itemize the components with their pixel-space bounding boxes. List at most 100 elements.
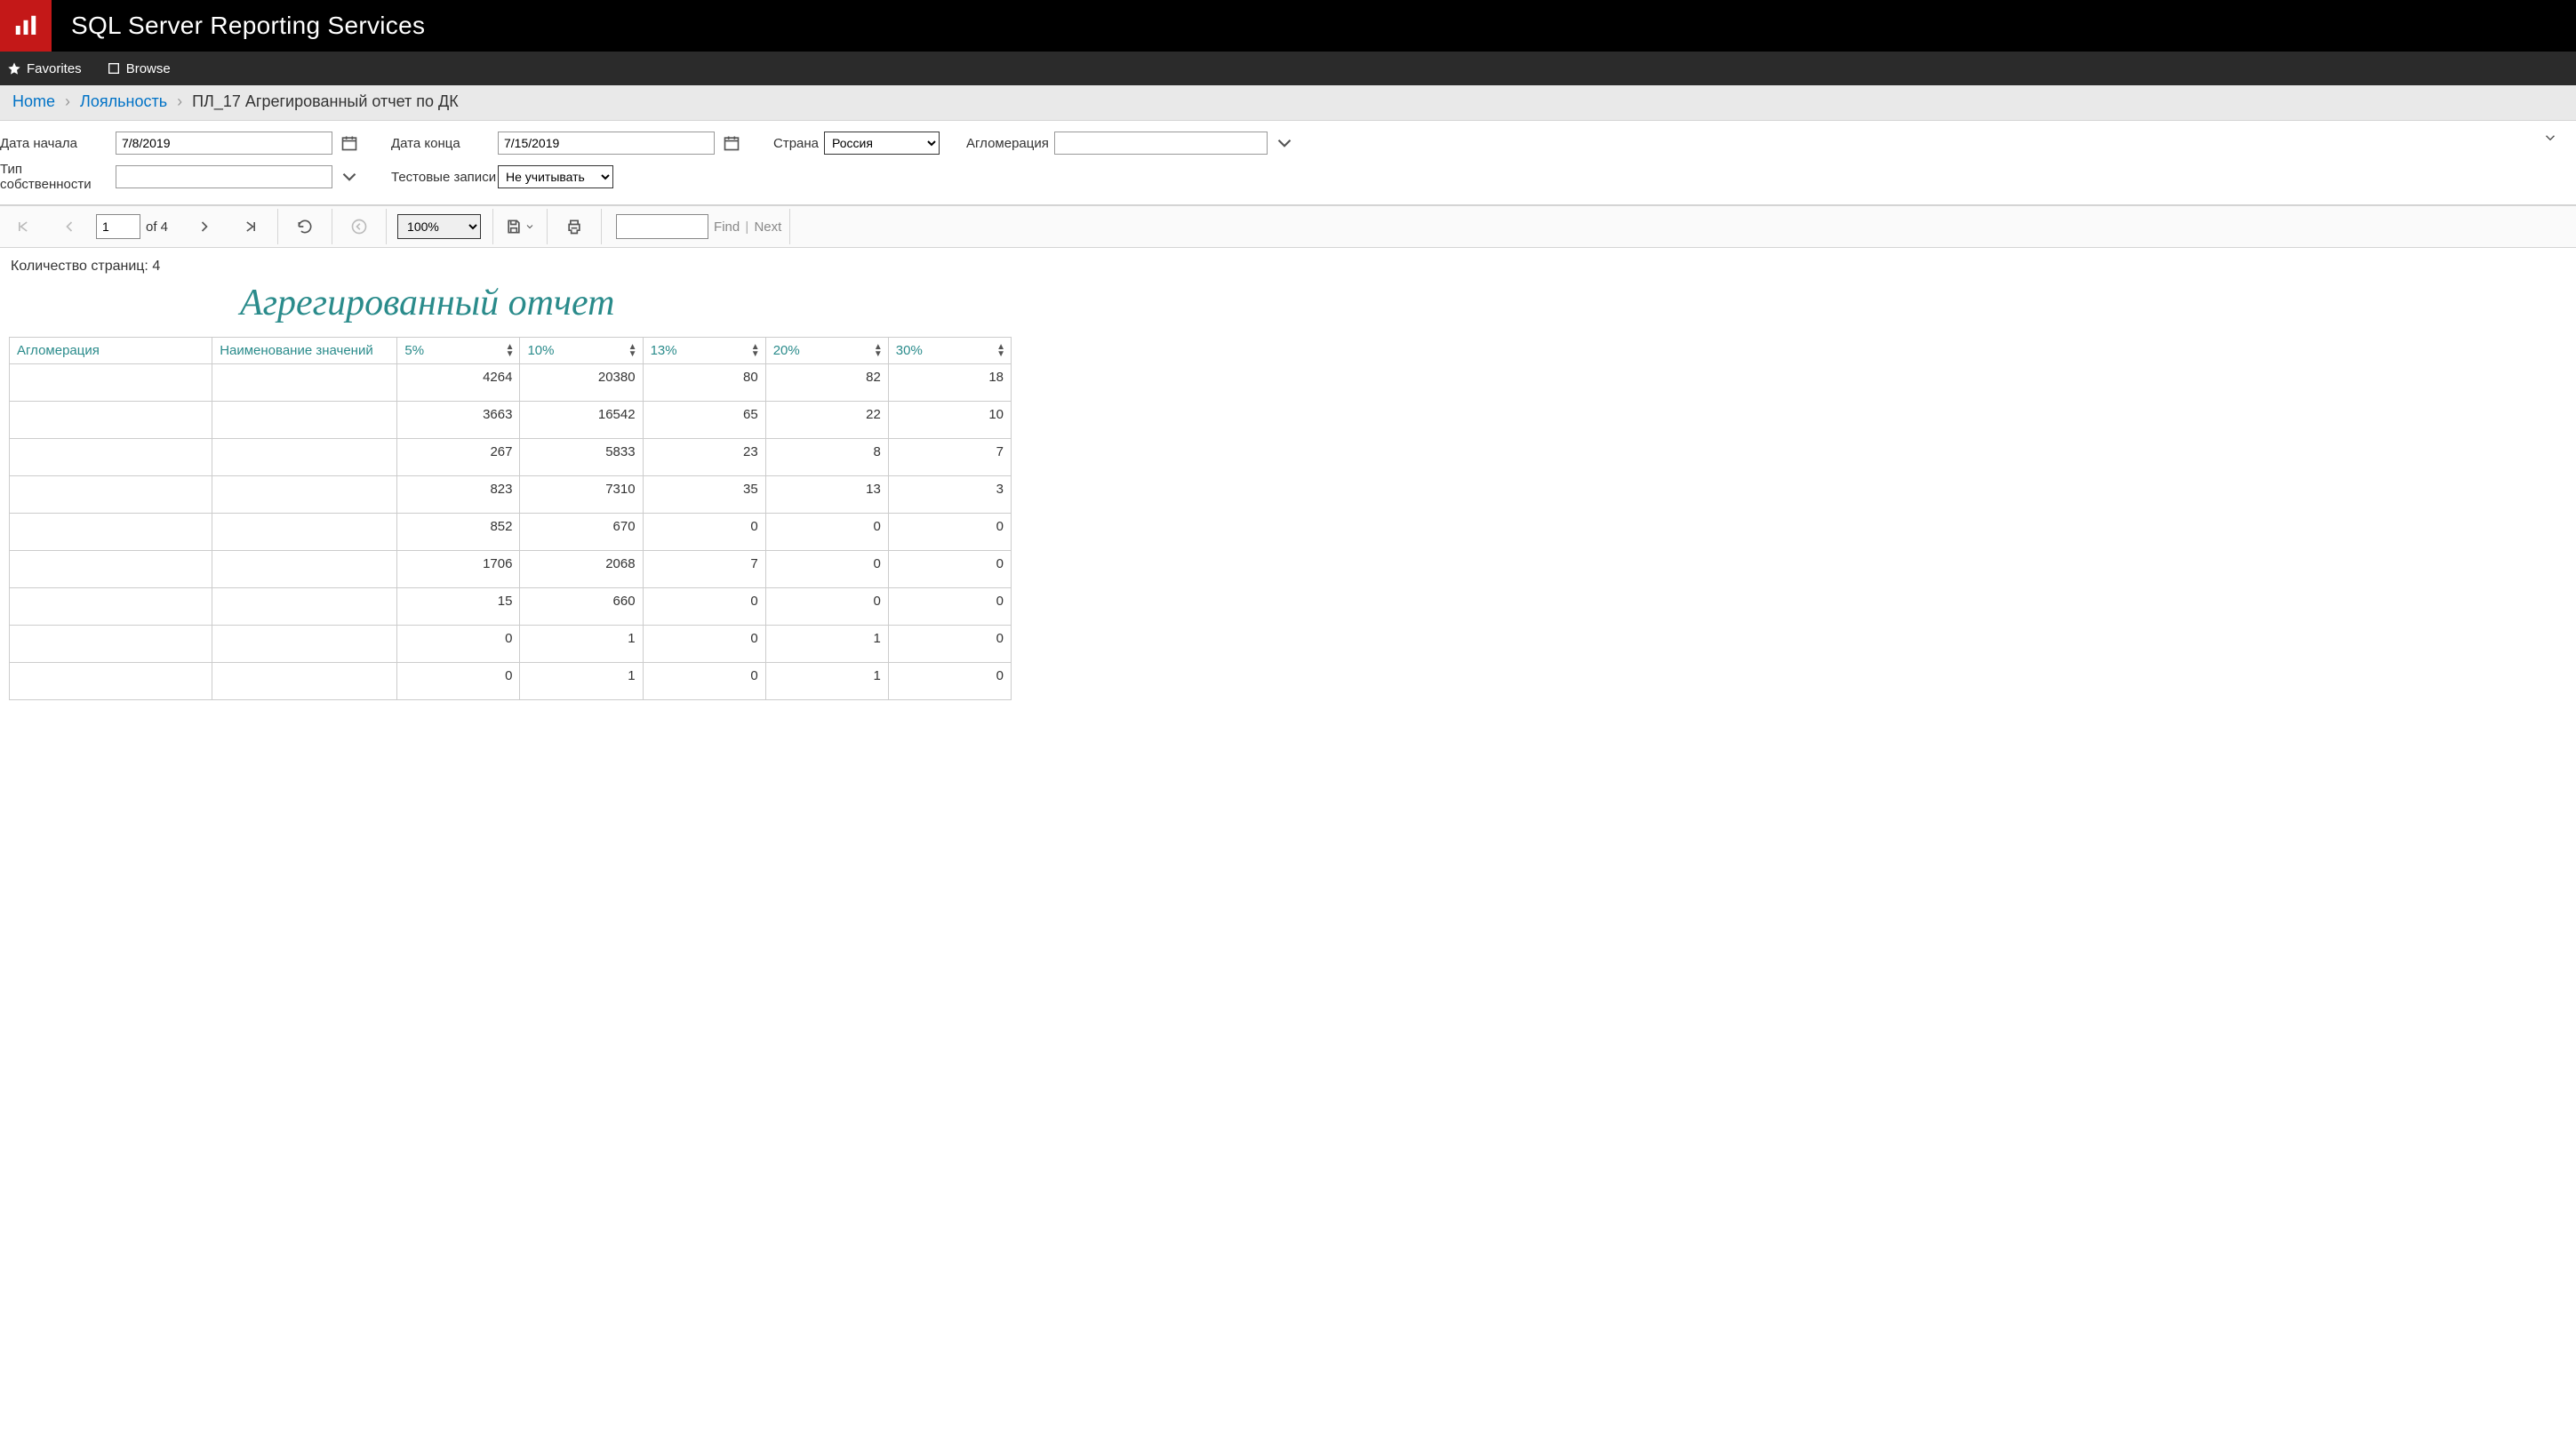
favorites-label: Favorites: [27, 61, 82, 76]
table-row: 823731035133: [10, 476, 1012, 514]
chevron-down-icon: [1273, 132, 1296, 155]
table-cell: 660: [520, 588, 643, 626]
find-input[interactable]: [616, 214, 708, 239]
table-cell: 80: [643, 364, 765, 402]
table-cell: 0: [888, 663, 1011, 700]
last-page-icon: [242, 218, 260, 235]
sort-icon: ▲▼: [506, 344, 515, 358]
table-cell: [212, 514, 397, 551]
col-5pct[interactable]: 5%▲▼: [397, 338, 520, 364]
col-30pct[interactable]: 30%▲▼: [888, 338, 1011, 364]
report-body: Количество страниц: 4 Агрегированный отч…: [0, 248, 2576, 707]
find-next-button[interactable]: Next: [754, 219, 781, 235]
export-button[interactable]: [497, 205, 543, 248]
table-cell: 0: [888, 626, 1011, 663]
date-start-input[interactable]: [116, 132, 332, 155]
table-row: 426420380808218: [10, 364, 1012, 402]
table-row: 01010: [10, 626, 1012, 663]
favorites-button[interactable]: Favorites: [7, 61, 82, 76]
date-start-label: Дата начала: [0, 136, 77, 151]
browse-icon: [107, 61, 121, 76]
table-cell: 3663: [397, 402, 520, 439]
app-logo: [0, 0, 52, 52]
table-cell: [10, 514, 212, 551]
table-cell: 0: [643, 588, 765, 626]
agglomeration-dropdown-button[interactable]: [1273, 132, 1296, 155]
ownership-input[interactable]: [116, 165, 332, 188]
page-number-input[interactable]: [96, 214, 140, 239]
table-cell: 1: [765, 663, 888, 700]
back-button[interactable]: [336, 205, 382, 248]
refresh-button[interactable]: [282, 205, 328, 248]
col-agglomeration[interactable]: Агломерация: [10, 338, 212, 364]
table-cell: [212, 364, 397, 402]
title-bar: SQL Server Reporting Services: [0, 0, 2576, 52]
col-20pct[interactable]: 20%▲▼: [765, 338, 888, 364]
table-cell: [212, 439, 397, 476]
breadcrumb-current: ПЛ_17 Агрегированный отчет по ДК: [192, 92, 459, 110]
zoom-select[interactable]: 100%: [397, 214, 481, 239]
ownership-dropdown-button[interactable]: [338, 165, 361, 188]
calendar-icon: [723, 134, 740, 152]
last-page-button[interactable]: [228, 205, 274, 248]
table-cell: [10, 476, 212, 514]
date-start-calendar-button[interactable]: [338, 132, 361, 155]
main-toolbar: Favorites Browse: [0, 52, 2576, 85]
table-cell: 10: [888, 402, 1011, 439]
first-page-button[interactable]: [0, 205, 46, 248]
breadcrumb-loyalty[interactable]: Лояльность: [80, 92, 167, 110]
agglomeration-input[interactable]: [1054, 132, 1268, 155]
col-13pct[interactable]: 13%▲▼: [643, 338, 765, 364]
sort-icon: ▲▼: [874, 344, 883, 358]
date-end-calendar-button[interactable]: [720, 132, 743, 155]
table-cell: 0: [643, 663, 765, 700]
table-cell: 16542: [520, 402, 643, 439]
table-row: 852670000: [10, 514, 1012, 551]
table-cell: [212, 626, 397, 663]
table-cell: 1: [520, 663, 643, 700]
table-cell: [10, 551, 212, 588]
table-cell: 5833: [520, 439, 643, 476]
table-cell: 0: [765, 588, 888, 626]
table-cell: [10, 626, 212, 663]
table-cell: 22: [765, 402, 888, 439]
table-cell: [10, 588, 212, 626]
test-records-select[interactable]: Не учитывать: [498, 165, 613, 188]
date-end-input[interactable]: [498, 132, 715, 155]
table-cell: 1: [520, 626, 643, 663]
table-cell: 0: [765, 551, 888, 588]
sort-icon: ▲▼: [628, 344, 637, 358]
table-cell: 7: [888, 439, 1011, 476]
table-cell: 0: [397, 626, 520, 663]
col-value-name[interactable]: Наименование значений: [212, 338, 397, 364]
sort-icon: ▲▼: [996, 344, 1005, 358]
breadcrumb-home[interactable]: Home: [12, 92, 55, 110]
table-row: 17062068700: [10, 551, 1012, 588]
browse-button[interactable]: Browse: [107, 61, 171, 76]
table-row: 366316542652210: [10, 402, 1012, 439]
country-select[interactable]: Россия: [824, 132, 940, 155]
table-cell: [10, 663, 212, 700]
find-button[interactable]: Find: [714, 219, 740, 235]
print-button[interactable]: [551, 205, 597, 248]
table-cell: 7: [643, 551, 765, 588]
table-cell: [212, 588, 397, 626]
table-cell: [212, 663, 397, 700]
table-cell: 4264: [397, 364, 520, 402]
collapse-params-button[interactable]: [2542, 130, 2558, 148]
table-cell: 2068: [520, 551, 643, 588]
table-cell: 18: [888, 364, 1011, 402]
table-cell: 0: [397, 663, 520, 700]
table-cell: 13: [765, 476, 888, 514]
breadcrumb: Home › Лояльность › ПЛ_17 Агрегированный…: [0, 85, 2576, 121]
table-cell: 7310: [520, 476, 643, 514]
table-header-row: Агломерация Наименование значений 5%▲▼ 1…: [10, 338, 1012, 364]
chevron-left-icon: [60, 218, 78, 235]
refresh-icon: [296, 218, 314, 235]
table-cell: 23: [643, 439, 765, 476]
chevron-down-icon: [2542, 130, 2558, 146]
table-cell: 0: [888, 588, 1011, 626]
prev-page-button[interactable]: [46, 205, 92, 248]
col-10pct[interactable]: 10%▲▼: [520, 338, 643, 364]
next-page-button[interactable]: [181, 205, 228, 248]
